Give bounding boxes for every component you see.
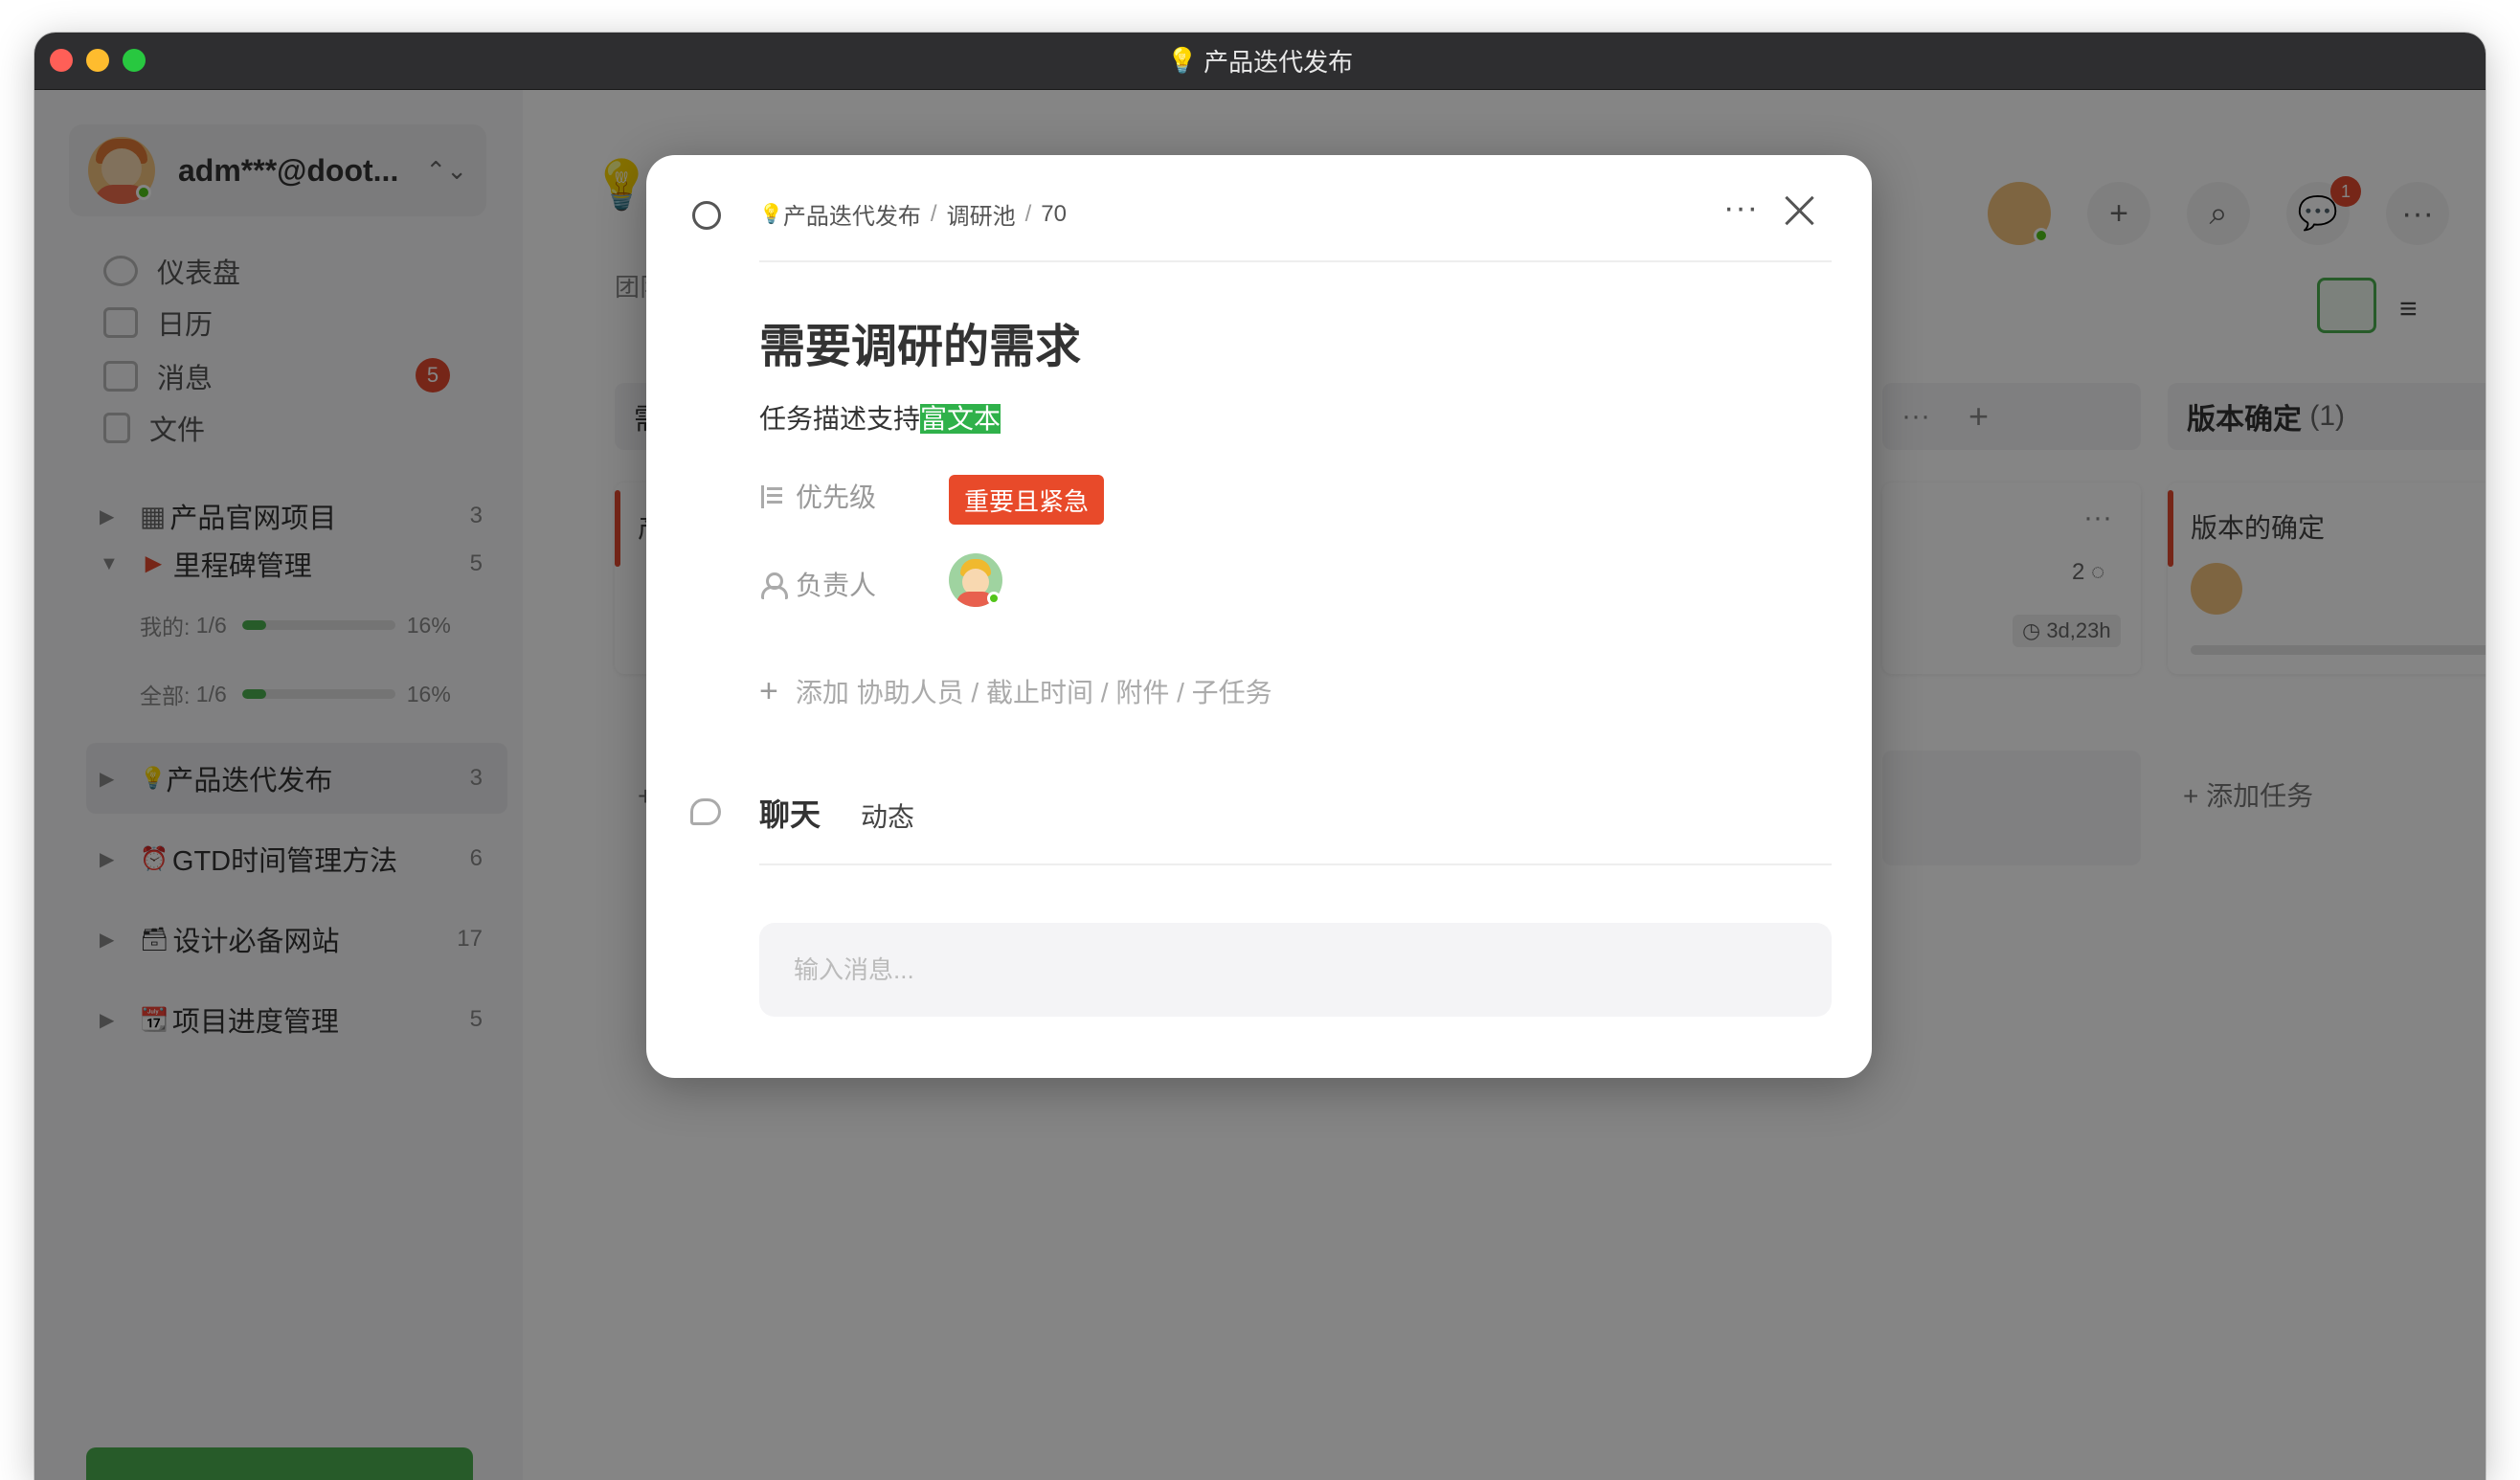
breadcrumb-task-id: 70 bbox=[1041, 200, 1067, 227]
close-icon[interactable] bbox=[1780, 191, 1818, 230]
chat-bubble-icon bbox=[690, 798, 721, 825]
assignee-label: 负责人 bbox=[796, 571, 877, 600]
plus-icon: + bbox=[759, 672, 778, 709]
breadcrumb-separator: / bbox=[930, 200, 937, 227]
tab-activity[interactable]: 动态 bbox=[861, 796, 914, 835]
priority-icon bbox=[759, 483, 784, 508]
priority-field-label: 优先级 bbox=[759, 477, 876, 515]
priority-tag[interactable]: 重要且紧急 bbox=[949, 475, 1105, 525]
task-detail-modal: 💡 产品迭代发布 / 调研池 / 70 ··· 需要调研的需求 任务描述支持富文… bbox=[646, 155, 1872, 1078]
priority-label: 优先级 bbox=[796, 482, 877, 512]
lightbulb-icon: 💡 bbox=[759, 204, 783, 225]
add-attributes-text: 添加 协助人员 / 截止时间 / 附件 / 子任务 bbox=[795, 678, 1272, 707]
description-highlight: 富文本 bbox=[920, 404, 1001, 434]
window-title: 💡 产品迭代发布 bbox=[1167, 43, 1353, 78]
traffic-lights bbox=[50, 49, 146, 72]
tab-chat[interactable]: 聊天 bbox=[759, 791, 821, 835]
more-options-icon[interactable]: ··· bbox=[1723, 190, 1759, 227]
breadcrumb-list[interactable]: 调研池 bbox=[947, 197, 1016, 231]
description-text: 任务描述支持 bbox=[759, 404, 921, 434]
close-window-button[interactable] bbox=[50, 49, 73, 72]
zoom-window-button[interactable] bbox=[123, 49, 146, 72]
assignee-avatar[interactable] bbox=[949, 553, 1002, 607]
breadcrumb-separator: / bbox=[1024, 200, 1032, 227]
minimize-window-button[interactable] bbox=[86, 49, 109, 72]
person-icon bbox=[759, 572, 788, 599]
assignee-field-label: 负责人 bbox=[759, 565, 876, 603]
complete-task-checkbox[interactable] bbox=[692, 201, 721, 230]
add-attributes-row[interactable]: + 添加 协助人员 / 截止时间 / 附件 / 子任务 bbox=[759, 672, 1272, 710]
breadcrumb: 💡 产品迭代发布 / 调研池 / 70 bbox=[759, 197, 1067, 231]
task-description[interactable]: 任务描述支持富文本 bbox=[759, 398, 1001, 437]
message-input[interactable] bbox=[759, 923, 1832, 1017]
titlebar: 💡 产品迭代发布 bbox=[34, 33, 2486, 90]
window-title-text: 产品迭代发布 bbox=[1204, 48, 1354, 77]
online-status-icon bbox=[987, 592, 1001, 605]
divider bbox=[759, 863, 1832, 865]
lightbulb-icon: 💡 bbox=[1166, 46, 1199, 75]
task-title[interactable]: 需要调研的需求 bbox=[759, 308, 1081, 375]
breadcrumb-project[interactable]: 产品迭代发布 bbox=[783, 197, 921, 231]
divider bbox=[759, 260, 1832, 262]
